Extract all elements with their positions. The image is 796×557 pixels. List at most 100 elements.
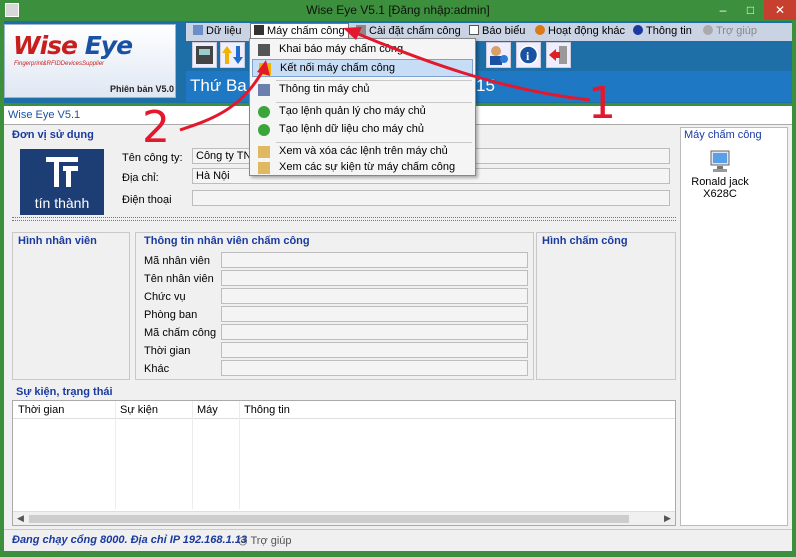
column-time[interactable]: Thời gian [18, 404, 64, 416]
attendance-code-field[interactable] [221, 324, 528, 340]
menu-item-label: Tạo lệnh quản lý cho máy chủ [279, 105, 426, 117]
annotation-number-1: 1 [588, 78, 616, 129]
scroll-right-icon[interactable]: ▶ [664, 513, 671, 524]
info-circle-icon: i [518, 45, 539, 65]
menu-item-label: Xem các sự kiện từ máy chấm công [279, 161, 456, 173]
menu-bao-bieu[interactable]: Báo biểu [469, 25, 525, 37]
menu-du-lieu[interactable]: Dữ liệu [193, 25, 242, 37]
time-label: Thời gian [144, 345, 191, 357]
menu-label: Hoạt động khác [548, 25, 626, 37]
report-icon [469, 25, 479, 35]
menu-item-create-data-command[interactable]: Tạo lệnh dữ liệu cho máy chủ [252, 121, 473, 139]
menu-item-label: Thông tin máy chủ [279, 83, 370, 95]
time-field[interactable] [221, 342, 528, 358]
position-field[interactable] [221, 288, 528, 304]
device-panel: Máy chấm công Ronald jack X628C [680, 127, 788, 526]
server-icon [258, 84, 270, 96]
events-table-header: Thời gian Sự kiện Máy Thông tin [13, 401, 675, 419]
menu-item-label: Tạo lệnh dữ liệu cho máy chủ [279, 123, 424, 135]
department-field[interactable] [221, 306, 528, 322]
brand-name: Wise Eye [13, 31, 133, 60]
scrollbar-thumb[interactable] [29, 515, 629, 523]
exit-toolbar-button[interactable] [546, 42, 571, 68]
info-toolbar-button[interactable]: i [516, 42, 541, 68]
menu-item-view-device-events[interactable]: Xem các sự kiện từ máy chấm công [252, 159, 473, 177]
events-table[interactable]: Thời gian Sự kiện Máy Thông tin ◀ ▶ [12, 400, 676, 526]
menu-item-create-admin-command[interactable]: Tạo lệnh quản lý cho máy chủ [252, 103, 473, 121]
brand-tagline: Fingerprint&RFIDDevicesSupplier [14, 61, 105, 67]
employee-id-field[interactable] [221, 252, 528, 268]
employee-name-label: Tên nhân viên [144, 273, 214, 285]
menu-item-label: Kết nối máy chấm công [280, 62, 395, 74]
position-label: Chức vụ [144, 291, 186, 303]
column-device[interactable]: Máy [197, 404, 218, 416]
company-logo-name: tín thành [34, 195, 90, 211]
brand-name-a: Wise [13, 31, 78, 60]
employee-info-title: Thông tin nhân viên chấm công [144, 235, 310, 247]
menu-cai-dat-cham-cong[interactable]: Cài đặt chấm công [356, 25, 461, 37]
device-model: X628C [703, 188, 737, 200]
events-section-title: Sự kiện, trạng thái [16, 386, 113, 398]
maximize-button[interactable]: □ [737, 0, 764, 20]
employee-photo-title: Hình nhân viên [18, 235, 97, 247]
minimize-button[interactable]: – [709, 0, 737, 20]
device-icon [254, 25, 264, 35]
device-config-icon [258, 44, 270, 56]
menu-label: Máy chấm công [267, 25, 345, 37]
menu-label: Thông tin [646, 25, 692, 37]
green-arrow-icon [258, 124, 270, 136]
device-name: Ronald jack [691, 176, 749, 188]
employee-name-field[interactable] [221, 270, 528, 286]
column-divider [239, 401, 240, 509]
transfer-icon [259, 63, 271, 75]
department-label: Phòng ban [144, 309, 198, 321]
menu-label: Báo biểu [482, 25, 526, 37]
menu-item-server-info[interactable]: Thông tin máy chủ [252, 81, 473, 99]
column-info[interactable]: Thông tin [244, 404, 290, 416]
title-bar: Wise Eye V5.1 [Đăng nhập:admin] – □ ✕ [0, 0, 796, 21]
up-down-arrows-icon [222, 46, 243, 64]
settings-icon [356, 25, 366, 35]
scroll-left-icon[interactable]: ◀ [17, 513, 24, 524]
activity-icon [535, 25, 545, 35]
users-icon [490, 46, 508, 65]
menu-label: Cài đặt chấm công [369, 25, 461, 37]
brand-logo: Wise Eye Fingerprint&RFIDDevicesSupplier… [4, 24, 176, 98]
brand-name-b: Eye [84, 31, 133, 60]
company-section-title: Đơn vị sử dụng [12, 129, 94, 141]
close-button[interactable]: ✕ [764, 0, 796, 20]
menu-label: Trợ giúp [716, 25, 758, 37]
menu-tro-giup[interactable]: Trợ giúp [703, 25, 757, 37]
clipboard-icon [258, 162, 270, 174]
info-icon [633, 25, 643, 35]
menu-label: Dữ liệu [206, 25, 242, 37]
attendance-code-label: Mã chấm công [144, 327, 217, 339]
device-item[interactable]: Ronald jack X628C [685, 150, 755, 200]
section-separator [12, 217, 676, 221]
transfer-toolbar-button[interactable] [220, 42, 245, 68]
company-phone-label: Điện thoại [122, 194, 172, 206]
column-divider [192, 401, 193, 509]
exit-door-icon [549, 46, 567, 64]
horizontal-scrollbar[interactable]: ◀ ▶ [13, 511, 675, 525]
company-phone-field[interactable] [192, 190, 670, 206]
other-field[interactable] [221, 360, 528, 376]
column-event[interactable]: Sự kiện [120, 404, 158, 416]
users-toolbar-button[interactable] [486, 42, 511, 68]
date-text: Thứ Ba, [190, 76, 252, 95]
help-icon [703, 25, 713, 35]
help-icon: ◎ [238, 535, 248, 547]
status-help[interactable]: ◎ Trợ giúp [238, 534, 292, 547]
employee-id-label: Mã nhân viên [144, 255, 211, 267]
status-bar: Đang chạy cổng 8000. Địa chỉ IP 192.168.… [4, 529, 792, 551]
annotation-number-2: 2 [142, 102, 170, 153]
menu-item-declare-device[interactable]: Khai báo máy chấm công [252, 41, 473, 59]
computer-icon [709, 150, 731, 174]
menu-hoat-dong-khac[interactable]: Hoạt động khác [535, 25, 625, 37]
menu-item-connect-device[interactable]: Kết nối máy chấm công [252, 59, 473, 77]
device-panel-title: Máy chấm công [684, 129, 762, 141]
device-toolbar-button[interactable] [192, 42, 217, 68]
menu-thong-tin[interactable]: Thông tin [633, 25, 692, 37]
checkin-photo-box [536, 232, 676, 380]
company-name-label: Tên công ty: [122, 152, 183, 164]
